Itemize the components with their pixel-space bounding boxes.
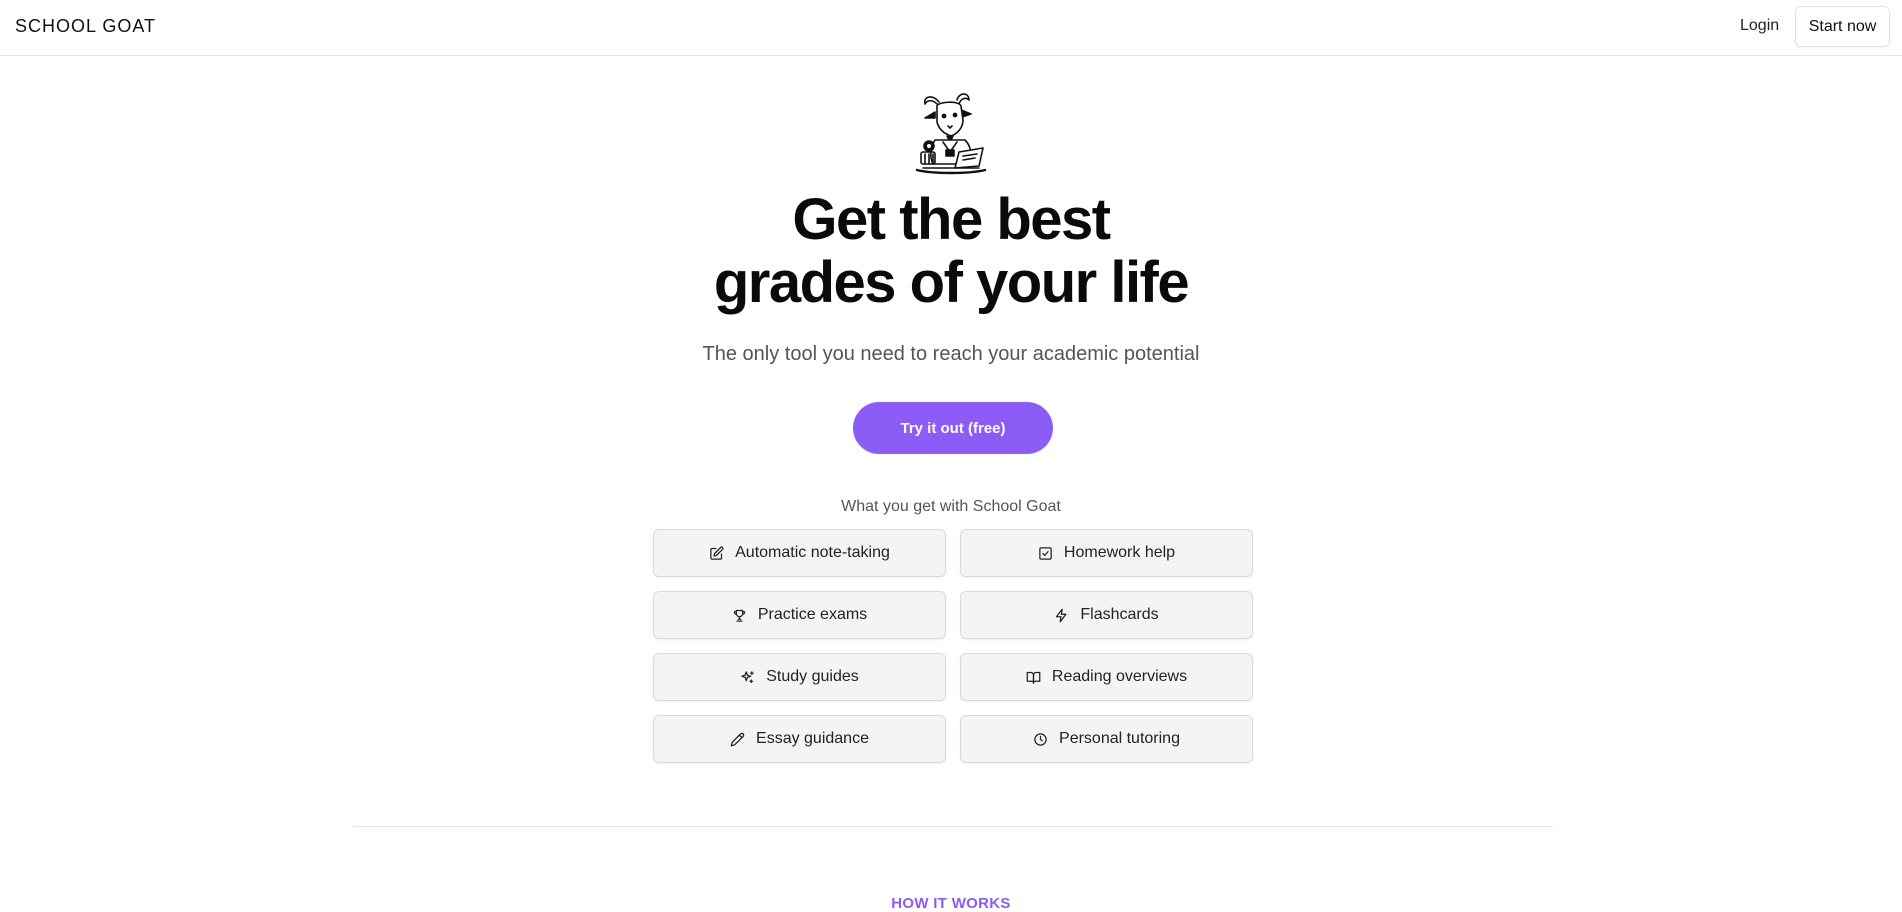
hero-subheadline: The only tool you need to reach your aca…	[702, 343, 1200, 365]
feature-automatic-note-taking[interactable]: Automatic note-taking	[653, 529, 946, 577]
hero-headline: Get the best grades of your life	[0, 188, 1902, 314]
feature-personal-tutoring[interactable]: Personal tutoring	[960, 715, 1253, 763]
section-divider	[353, 826, 1553, 827]
trophy-icon	[732, 608, 747, 623]
feature-label: Study guides	[766, 668, 859, 685]
brand-logo[interactable]: SCHOOL GOAT	[15, 16, 156, 37]
feature-label: Practice exams	[757, 606, 868, 623]
feature-study-guides[interactable]: Study guides	[653, 653, 946, 701]
start-now-button[interactable]: Start now	[1795, 6, 1890, 47]
check-square-icon	[1038, 546, 1053, 561]
headline-line-1: Get the best	[792, 187, 1111, 252]
feature-label: Homework help	[1063, 544, 1176, 561]
feature-flashcards[interactable]: Flashcards	[960, 591, 1253, 639]
pencil-icon	[730, 732, 745, 747]
feature-essay-guidance[interactable]: Essay guidance	[653, 715, 946, 763]
clock-icon	[1033, 732, 1048, 747]
login-link[interactable]: Login	[1740, 17, 1779, 35]
features-title: What you get with School Goat	[841, 498, 1061, 515]
lightning-icon	[1054, 608, 1069, 623]
how-it-works-label: HOW IT WORKS	[891, 895, 1011, 912]
feature-reading-overviews[interactable]: Reading overviews	[960, 653, 1253, 701]
feature-label: Reading overviews	[1051, 668, 1188, 685]
headline-line-2: grades of your life	[713, 250, 1190, 315]
book-open-icon	[1026, 670, 1041, 685]
feature-label: Flashcards	[1080, 606, 1159, 623]
goat-mascot-illustration	[913, 90, 989, 176]
sparkles-icon	[740, 670, 755, 685]
try-it-out-button[interactable]: Try it out (free)	[853, 402, 1053, 454]
feature-label: Personal tutoring	[1059, 730, 1180, 747]
feature-homework-help[interactable]: Homework help	[960, 529, 1253, 577]
feature-label: Essay guidance	[756, 730, 869, 747]
edit-note-icon	[709, 546, 724, 561]
feature-practice-exams[interactable]: Practice exams	[653, 591, 946, 639]
feature-label: Automatic note-taking	[735, 544, 890, 561]
top-nav: SCHOOL GOAT Login Start now	[0, 0, 1902, 56]
